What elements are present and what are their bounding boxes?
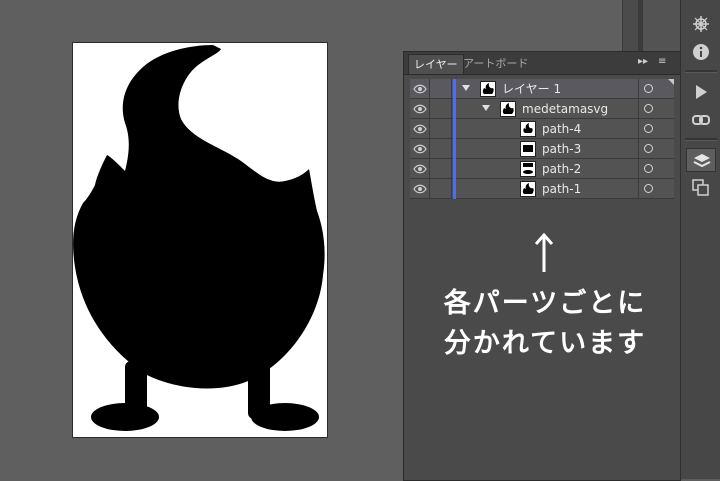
info-icon	[693, 44, 709, 60]
path-1-thumbnail-icon	[522, 183, 534, 194]
visibility-toggle[interactable]	[410, 159, 430, 179]
links-button[interactable]	[686, 108, 716, 132]
path-thumbnail	[520, 181, 536, 197]
layer-row-path-4[interactable]: path-4	[410, 119, 674, 139]
path-name: path-2	[542, 162, 582, 176]
play-icon	[696, 85, 707, 99]
compass-icon	[693, 16, 709, 32]
path-2-thumbnail-icon	[523, 163, 533, 174]
actions-button[interactable]	[686, 80, 716, 104]
character-thumbnail-icon	[482, 83, 494, 94]
layer-color-bar	[453, 99, 456, 119]
link-icon	[692, 115, 710, 125]
artwork-right-foot	[251, 403, 319, 431]
layer-color-bar	[453, 159, 456, 179]
target-circle-icon[interactable]	[644, 164, 653, 173]
annotation-line-2: 分かれています	[443, 328, 647, 359]
lock-toggle[interactable]	[430, 139, 452, 159]
navigator-button[interactable]	[686, 12, 716, 36]
group-thumbnail	[500, 101, 516, 117]
annotation-line-1: 各パーツごとに	[443, 288, 647, 319]
layers-icon	[693, 154, 711, 168]
artboards-icon	[692, 179, 709, 196]
target-column-divider	[638, 159, 639, 179]
artboards-button[interactable]	[686, 176, 716, 200]
eye-icon	[413, 144, 427, 154]
layer-color-bar	[453, 119, 456, 139]
layer-row-layer-1[interactable]: レイヤー 1	[410, 79, 674, 99]
tool-separator	[685, 138, 717, 141]
panel-tab-bar: レイヤー アートボード ▸▸ ≡	[404, 52, 680, 75]
selection-corner-mark	[668, 79, 674, 85]
lock-toggle[interactable]	[430, 159, 452, 179]
layer-color-bar	[453, 79, 456, 99]
target-column-divider	[638, 139, 639, 159]
layer-row-path-2[interactable]: path-2	[410, 159, 674, 179]
path-thumbnail	[520, 121, 536, 137]
lock-toggle[interactable]	[430, 79, 452, 99]
annotation-text: 各パーツごとに 分かれています	[410, 284, 680, 364]
visibility-toggle[interactable]	[410, 179, 430, 199]
eye-icon	[413, 104, 427, 114]
path-name: path-1	[542, 182, 582, 196]
eye-icon	[413, 184, 427, 194]
layer-row-medetamasvg[interactable]: medetamasvg	[410, 99, 674, 119]
expand-triangle-icon[interactable]	[482, 105, 490, 111]
target-column-divider	[638, 99, 639, 119]
path-name: path-4	[542, 122, 582, 136]
target-circle-icon[interactable]	[644, 104, 653, 113]
eye-icon	[413, 124, 427, 134]
collapse-panel-button[interactable]: ▸▸	[638, 56, 648, 67]
target-circle-icon[interactable]	[644, 124, 653, 133]
eye-icon	[413, 164, 427, 174]
visibility-toggle[interactable]	[410, 139, 430, 159]
layer-row-path-1[interactable]: path-1	[410, 179, 674, 199]
character-thumbnail-icon	[502, 103, 514, 114]
target-circle-icon[interactable]	[644, 84, 653, 93]
path-thumbnail	[520, 141, 536, 157]
visibility-toggle[interactable]	[410, 79, 430, 99]
tool-separator	[685, 70, 717, 73]
path-3-thumbnail-icon	[523, 145, 533, 152]
tab-layers[interactable]: レイヤー	[408, 54, 464, 74]
visibility-toggle[interactable]	[410, 99, 430, 119]
target-column-divider	[638, 119, 639, 139]
character-artwork[interactable]	[73, 43, 327, 437]
panel-menu-button[interactable]: ≡	[658, 56, 666, 67]
lock-toggle[interactable]	[430, 119, 452, 139]
layer-thumbnail	[480, 81, 496, 97]
lock-toggle[interactable]	[430, 99, 452, 119]
eye-icon	[413, 84, 427, 94]
target-column-divider	[638, 179, 639, 199]
info-button[interactable]	[686, 40, 716, 64]
layers-button[interactable]	[686, 148, 716, 172]
layer-color-bar	[453, 179, 456, 199]
artwork-left-foot	[91, 403, 159, 431]
tab-artboards[interactable]: アートボード	[458, 54, 533, 74]
visibility-toggle[interactable]	[410, 119, 430, 139]
layer-row-path-3[interactable]: path-3	[410, 139, 674, 159]
target-circle-icon[interactable]	[644, 144, 653, 153]
lock-toggle[interactable]	[430, 179, 452, 199]
up-arrow-icon	[534, 232, 554, 272]
group-name: medetamasvg	[522, 102, 609, 116]
layer-list: レイヤー 1 medetamasvg path-4 path-3 path-2 …	[410, 79, 674, 199]
layer-color-bar	[453, 139, 456, 159]
artboard[interactable]	[72, 42, 328, 438]
expand-triangle-icon[interactable]	[462, 85, 470, 91]
path-4-thumbnail-icon	[523, 123, 533, 133]
artwork-body	[73, 45, 325, 389]
path-name: path-3	[542, 142, 582, 156]
target-circle-icon[interactable]	[644, 184, 653, 193]
panel-icon-strip	[680, 0, 720, 479]
target-column-divider	[638, 79, 639, 99]
layer-name: レイヤー 1	[502, 82, 562, 96]
path-thumbnail	[520, 161, 536, 177]
